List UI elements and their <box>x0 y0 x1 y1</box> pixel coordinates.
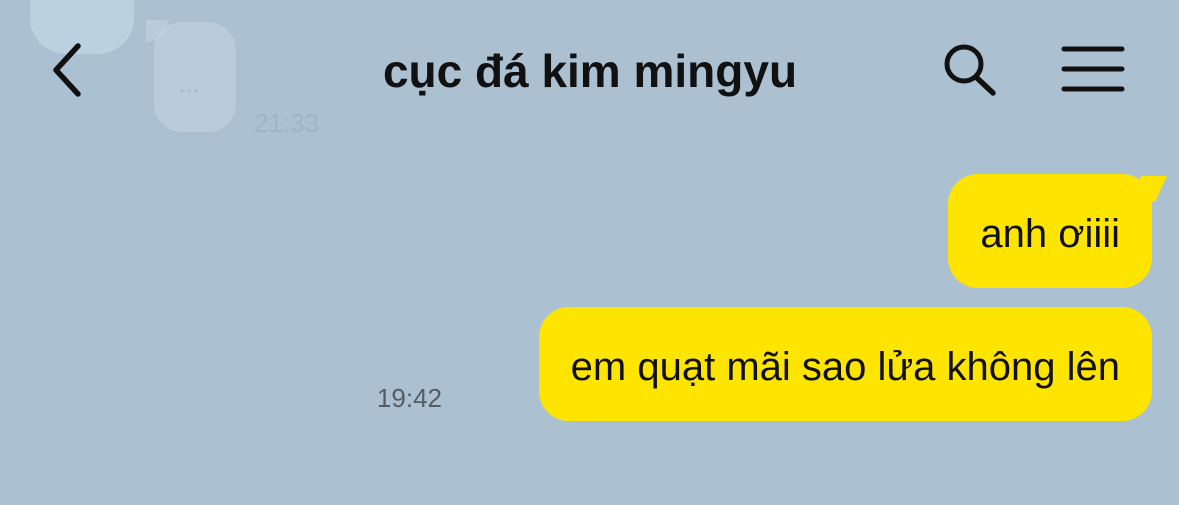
message-timestamp: 19:42 <box>376 383 442 413</box>
message-list: anh ơiiii 19:42 em quạt mãi sao lửa khôn… <box>0 0 1179 505</box>
message-bubble[interactable]: em quạt mãi sao lửa không lên <box>538 307 1152 421</box>
message-bubble[interactable]: anh ơiiii <box>948 174 1152 288</box>
